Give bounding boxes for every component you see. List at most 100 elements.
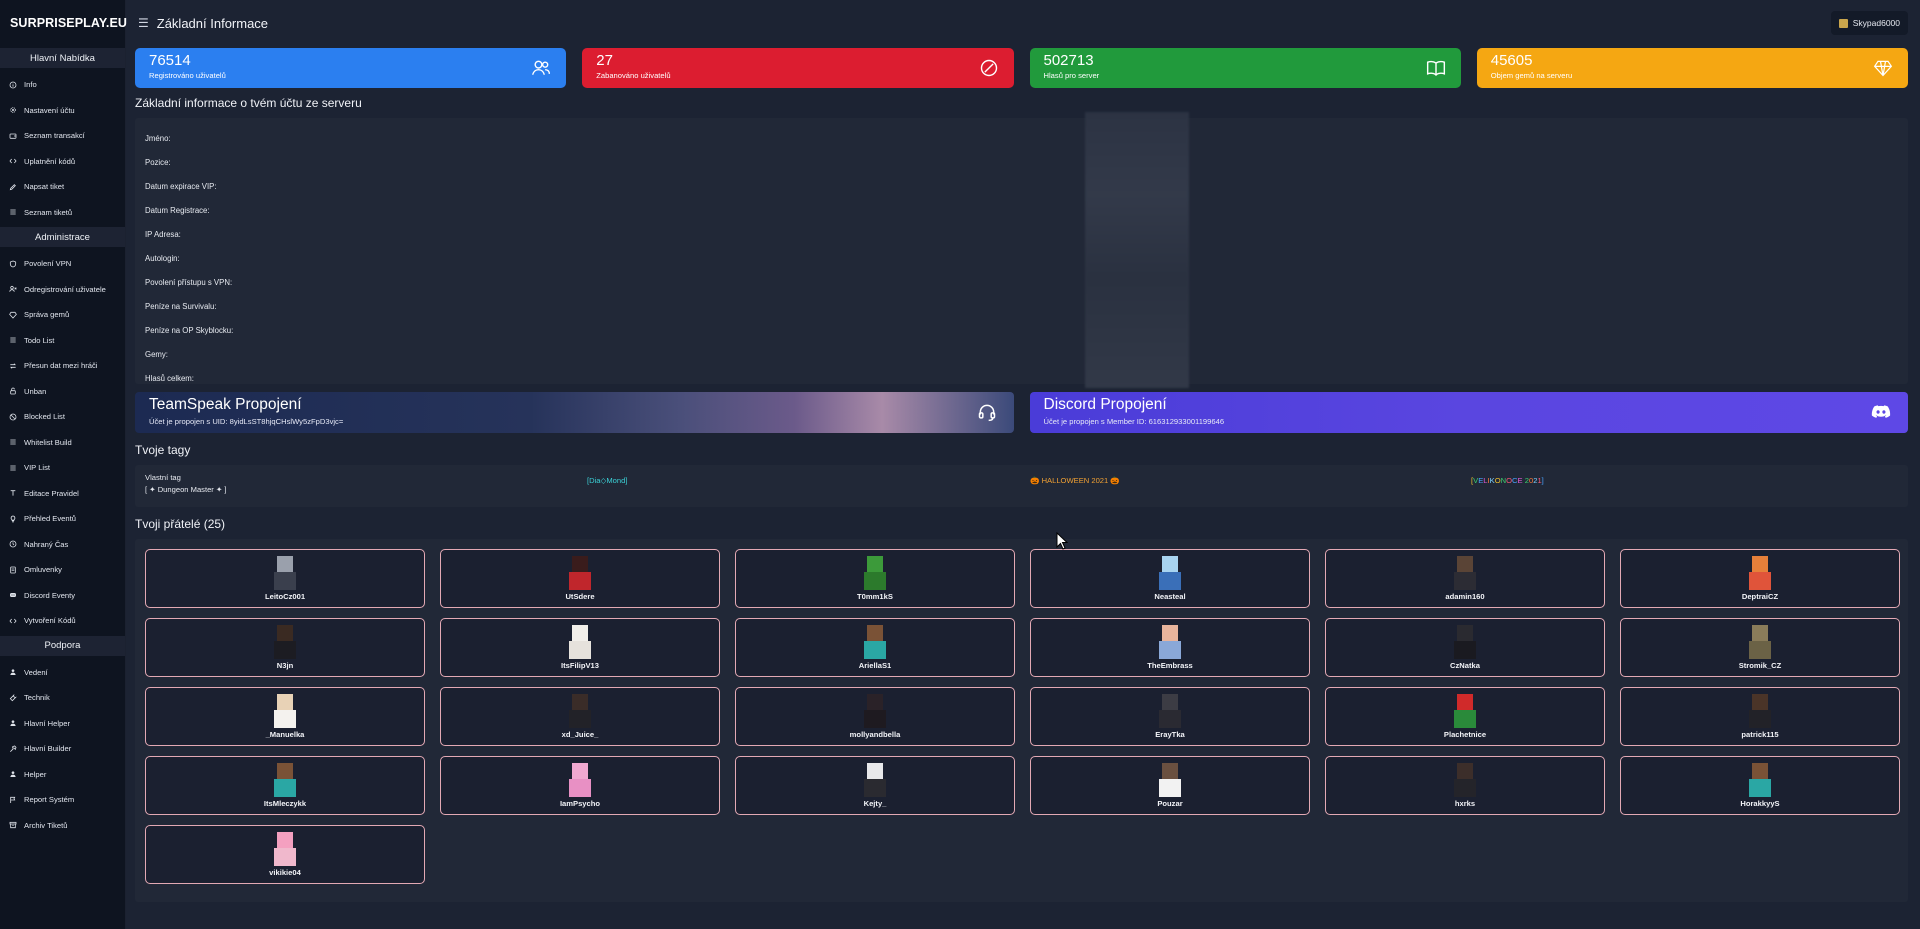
- avatar: [565, 556, 595, 590]
- headset-icon: [978, 404, 995, 422]
- sidebar-item-hlavni-builder[interactable]: Hlavní Builder: [0, 736, 125, 762]
- stats-row: 76514 Registrováno uživatelů 27 Zabanováno …: [135, 48, 1908, 88]
- sidebar-item-napsat-tiket[interactable]: Napsat tiket: [0, 174, 125, 200]
- friend-card[interactable]: adamin160: [1325, 549, 1605, 608]
- avatar: [860, 625, 890, 659]
- sidebar-item-odregistrovani-uzivatele[interactable]: Odregistrování uživatele: [0, 277, 125, 303]
- info-heading: Základní informace o tvém účtu ze server…: [135, 96, 362, 110]
- friend-card[interactable]: N3jn: [145, 618, 425, 677]
- friend-card[interactable]: HorakkyyS: [1620, 756, 1900, 815]
- sidebar-item-unban[interactable]: Unban: [0, 379, 125, 405]
- flag-icon: [8, 795, 17, 804]
- sidebar-item-hlavni-helper[interactable]: Hlavní Helper: [0, 711, 125, 737]
- friend-card[interactable]: _Manuelka: [145, 687, 425, 746]
- friend-card[interactable]: IamPsycho: [440, 756, 720, 815]
- sidebar-item-technik[interactable]: Technik: [0, 685, 125, 711]
- info-row-label: Peníze na Survivalu:: [145, 301, 217, 311]
- friend-card[interactable]: hxrks: [1325, 756, 1605, 815]
- friend-card[interactable]: DeptraiCZ: [1620, 549, 1900, 608]
- brand-logo[interactable]: SURPRISEPLAY.EU: [0, 0, 127, 46]
- friend-card[interactable]: ItsMleczykk: [145, 756, 425, 815]
- sidebar-item-label: Report Systém: [24, 795, 75, 805]
- sidebar-item-label: Nahraný Čas: [24, 539, 69, 549]
- sidebar-item-report-system[interactable]: Report Systém: [0, 787, 125, 813]
- friend-card[interactable]: LeitoCz001: [145, 549, 425, 608]
- sidebar-item-seznam-tiketu[interactable]: Seznam tiketů: [0, 200, 125, 226]
- avatar: [1155, 763, 1185, 797]
- teamspeak-subtitle: Účet je propojen s UID: 8yidLsST8hjqCHsl…: [149, 417, 344, 426]
- avatar: [270, 832, 300, 866]
- friend-name: AriellaS1: [858, 661, 892, 670]
- sidebar-item-label: Přesun dat mezi hráči: [24, 361, 98, 371]
- sidebar-item-presun-dat-mezi-hraci[interactable]: Přesun dat mezi hráči: [0, 353, 125, 379]
- stat-card-zabanovano-uzivatelu: 27 Zabanováno uživatelů: [582, 48, 1014, 88]
- stat-card-registrovano-uzivatelu: 76514 Registrováno uživatelů: [135, 48, 567, 88]
- avatar: [1745, 625, 1775, 659]
- tags-heading: Tvoje tagy: [135, 443, 191, 457]
- stat-value: 502713: [1043, 52, 1094, 69]
- sidebar-item-whitelist-build[interactable]: Whitelist Build: [0, 430, 125, 456]
- list-icon: [8, 463, 17, 472]
- user-menu[interactable]: Skypad6000: [1830, 11, 1908, 35]
- friend-card[interactable]: Plachetnice: [1325, 687, 1605, 746]
- sidebar-item-label: Todo List: [24, 335, 55, 345]
- friend-card[interactable]: Neasteal: [1030, 549, 1310, 608]
- avatar: [1745, 556, 1775, 590]
- block-icon: [8, 412, 17, 421]
- friend-card[interactable]: Stromik_CZ: [1620, 618, 1900, 677]
- sidebar-item-sprava-gemu[interactable]: Správa gemů: [0, 302, 125, 328]
- info-row-label: Jméno:: [145, 133, 171, 143]
- sidebar-item-vip-list[interactable]: VIP List: [0, 455, 125, 481]
- friend-card[interactable]: CzNatka: [1325, 618, 1605, 677]
- friend-card[interactable]: vikikie04: [145, 825, 425, 884]
- discord-icon: [8, 591, 17, 600]
- sidebar-section-administrace: Administrace: [0, 227, 125, 247]
- sidebar-item-label: Helper: [24, 769, 47, 779]
- friend-card[interactable]: Pouzar: [1030, 756, 1310, 815]
- friend-card[interactable]: mollyandbella: [735, 687, 1015, 746]
- sidebar-item-blocked-list[interactable]: Blocked List: [0, 404, 125, 430]
- sidebar-item-nahrany-cas[interactable]: Nahraný Čas: [0, 532, 125, 558]
- friend-name: TheEmbrass: [1147, 661, 1193, 670]
- sidebar-item-nastaveni-uctu[interactable]: Nastavení účtu: [0, 98, 125, 124]
- friend-name: Kejty_: [863, 799, 887, 808]
- friend-card[interactable]: T0mm1kS: [735, 549, 1015, 608]
- sidebar-item-discord-eventy[interactable]: Discord Eventy: [0, 583, 125, 609]
- sidebar-item-archiv-tiketu[interactable]: Archiv Tiketů: [0, 813, 125, 839]
- sidebar-item-label: Omluvenky: [24, 565, 62, 575]
- info-row-label: Pozice:: [145, 157, 171, 167]
- blurred-values: [1085, 112, 1189, 388]
- friend-card[interactable]: AriellaS1: [735, 618, 1015, 677]
- friend-card[interactable]: TheEmbrass: [1030, 618, 1310, 677]
- topbar: ☰ Základní Informace Skypad6000: [126, 0, 1920, 46]
- teamspeak-banner[interactable]: TeamSpeak Propojení Účet je propojen s U…: [135, 392, 1014, 433]
- friend-name: patrick115: [1741, 730, 1779, 739]
- friend-card[interactable]: xd_Juice_: [440, 687, 720, 746]
- friend-name: ItsFilipV13: [561, 661, 599, 670]
- sidebar-item-label: Nastavení účtu: [24, 105, 75, 115]
- sidebar-item-seznam-transakci[interactable]: Seznam transakcí: [0, 123, 125, 149]
- sidebar-item-editace-pravidel[interactable]: Editace Pravidel: [0, 481, 125, 507]
- sidebar-item-povoleni-vpn[interactable]: Povolení VPN: [0, 251, 125, 277]
- friends-panel: LeitoCz001 UtSdere T0mm1kS Neasteal adamin16…: [135, 539, 1908, 902]
- friend-card[interactable]: UtSdere: [440, 549, 720, 608]
- stat-label: Zabanováno uživatelů: [596, 71, 671, 80]
- friend-card[interactable]: Kejty_: [735, 756, 1015, 815]
- discord-banner[interactable]: Discord Propojení Účet je propojen s Mem…: [1029, 392, 1908, 433]
- code-icon: [8, 616, 17, 625]
- sidebar-item-omluvenky[interactable]: Omluvenky: [0, 557, 125, 583]
- friend-name: HorakkyyS: [1740, 799, 1780, 808]
- sidebar-item-info[interactable]: Info: [0, 72, 125, 98]
- sidebar-item-uplatneni-kodu[interactable]: Uplatnění kódů: [0, 149, 125, 175]
- sidebar-item-vedeni[interactable]: Vedení: [0, 660, 125, 686]
- friend-card[interactable]: patrick115: [1620, 687, 1900, 746]
- info-panel: Jméno: Pozice: Datum expirace VIP: Datum Re…: [135, 112, 1908, 388]
- sidebar-item-prehled-eventu[interactable]: Přehled Eventů: [0, 506, 125, 532]
- sidebar-item-helper[interactable]: Helper: [0, 762, 125, 788]
- friend-card[interactable]: ErayTka: [1030, 687, 1310, 746]
- sidebar-item-vytvoreni-kodu[interactable]: Vytvoření Kódů: [0, 608, 125, 634]
- menu-toggle-icon[interactable]: ☰: [138, 16, 149, 30]
- friend-card[interactable]: ItsFilipV13: [440, 618, 720, 677]
- hammer-icon: [8, 744, 17, 753]
- sidebar-item-todo-list[interactable]: Todo List: [0, 328, 125, 354]
